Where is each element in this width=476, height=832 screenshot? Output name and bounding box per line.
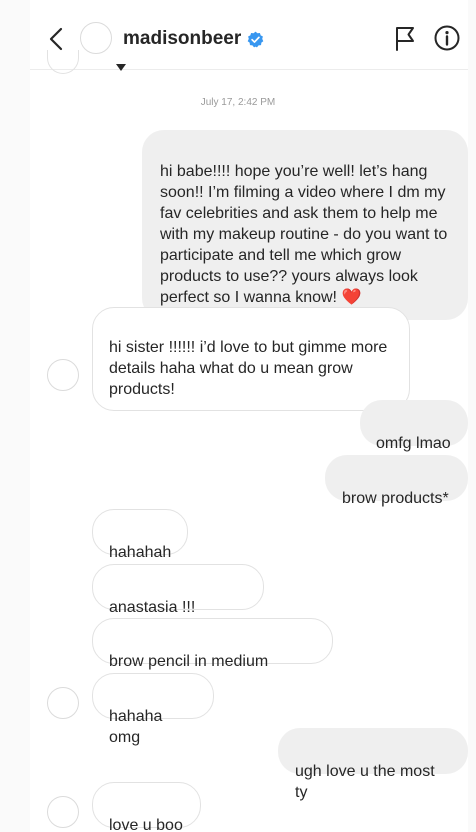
outgoing-message[interactable]: omfg lmao (360, 400, 468, 452)
message-text: hahaha omg (109, 708, 163, 746)
header-avatar[interactable] (80, 22, 112, 54)
message-text: love u boo (109, 817, 183, 832)
message-text: hi babe!!!! hope you’re well! let’s hang… (160, 163, 448, 306)
flag-icon[interactable] (392, 24, 418, 52)
header-divider (30, 69, 468, 70)
outgoing-message[interactable]: ugh love u the most ty (278, 728, 468, 801)
chevron-left-icon[interactable] (46, 26, 70, 52)
right-edge-strip (468, 0, 476, 832)
message-text: hi sister !!!!!! i’d love to but gimme m… (109, 339, 388, 398)
outgoing-message[interactable]: hi babe!!!! hope you’re well! let’s hang… (142, 130, 468, 320)
sender-avatar[interactable] (47, 796, 79, 828)
incoming-message[interactable]: hi sister !!!!!! i’d love to but gimme m… (92, 307, 410, 411)
incoming-message[interactable]: brow pencil in medium brown (92, 618, 333, 691)
username[interactable]: madisonbeer (123, 28, 241, 50)
chat-header: madisonbeer (30, 0, 468, 78)
message-text: ugh love u the most ty (295, 763, 435, 801)
message-timestamp: July 17, 2:42 PM (200, 97, 276, 108)
incoming-message[interactable]: love u boo (92, 782, 201, 832)
info-icon[interactable] (434, 25, 460, 51)
message-text: brow products* (342, 490, 449, 507)
caret-down-icon (116, 64, 126, 71)
incoming-message[interactable]: hahahah (92, 509, 188, 561)
incoming-message[interactable]: anastasia !!! always (92, 564, 264, 637)
outgoing-message[interactable]: brow products* (325, 455, 468, 507)
message-text: omfg lmao (376, 435, 451, 452)
incoming-message[interactable]: hahaha omg (92, 673, 214, 746)
verified-badge-icon (247, 31, 264, 47)
heart-emoji: ❤️ (341, 289, 362, 306)
sender-avatar[interactable] (47, 687, 79, 719)
username-group[interactable]: madisonbeer (123, 28, 264, 50)
left-edge-strip (0, 0, 30, 832)
sender-avatar[interactable] (47, 359, 79, 391)
message-text: hahahah (109, 544, 172, 561)
